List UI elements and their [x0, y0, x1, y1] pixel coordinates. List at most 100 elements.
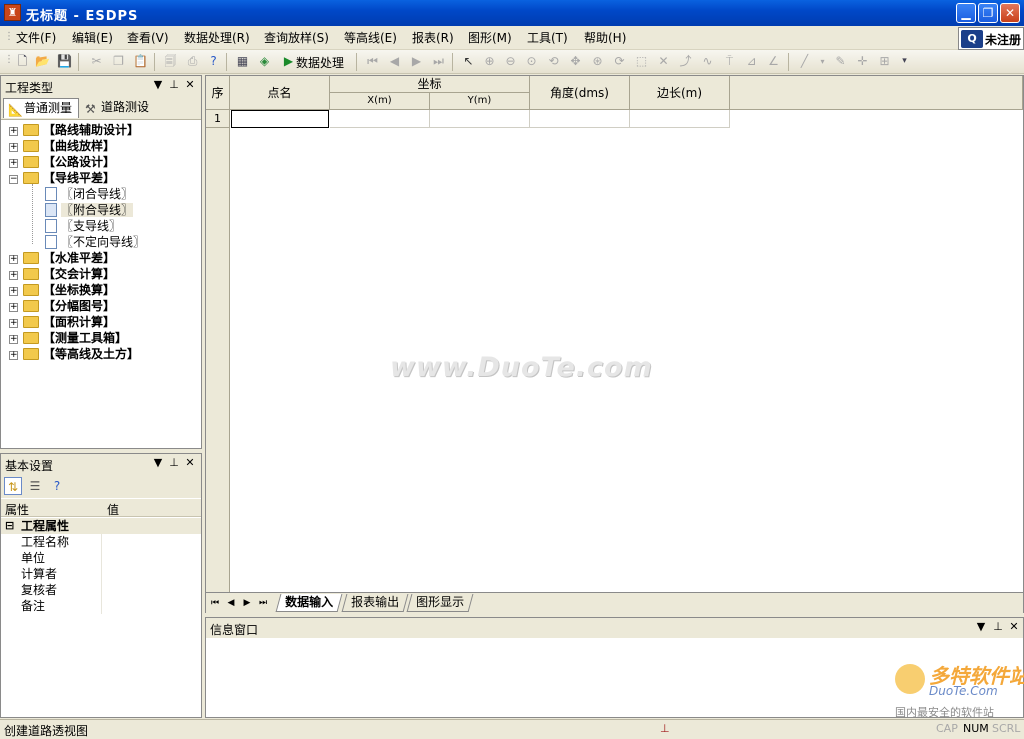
- measure-icon[interactable]: ⊿: [743, 53, 760, 70]
- collapse-icon[interactable]: −: [9, 175, 18, 184]
- surveyor-app-icon[interactable]: ♜: [4, 4, 21, 21]
- move-icon[interactable]: ✛: [854, 53, 871, 70]
- expand-icon[interactable]: +: [9, 303, 18, 312]
- tree-item[interactable]: + 【交会计算】: [9, 266, 115, 282]
- tab-data-input[interactable]: 数据输入: [275, 594, 343, 612]
- property-row[interactable]: 单位: [1, 550, 201, 566]
- pan-icon[interactable]: ✥: [567, 53, 584, 70]
- tower-icon[interactable]: ⍑: [721, 53, 738, 70]
- last-icon[interactable]: ⏭: [430, 53, 447, 70]
- paste-icon[interactable]: 📋: [132, 53, 149, 70]
- copy-icon[interactable]: ❐: [110, 53, 127, 70]
- menu-data-processing[interactable]: 数据处理(R): [184, 29, 250, 47]
- minimize-button[interactable]: ▁: [956, 3, 976, 23]
- column-header-x[interactable]: X(m): [330, 93, 430, 110]
- zoom-in-icon[interactable]: ⊕: [481, 53, 498, 70]
- tree-child-item[interactable]: 〖不定向导线〗: [45, 234, 145, 250]
- table-icon[interactable]: ▦: [234, 53, 251, 70]
- registration-badge[interactable]: Q 未注册: [958, 27, 1024, 50]
- tree-item[interactable]: + 【曲线放样】: [9, 138, 115, 154]
- cross-icon[interactable]: ✕: [655, 53, 672, 70]
- categorized-icon[interactable]: ⇅: [4, 477, 22, 495]
- expand-icon[interactable]: +: [9, 271, 18, 280]
- data-process-button[interactable]: 数据处理: [296, 54, 344, 71]
- angle-icon[interactable]: ∠: [765, 53, 782, 70]
- column-header-angle[interactable]: 角度(dms): [530, 76, 630, 110]
- expand-icon[interactable]: +: [9, 287, 18, 296]
- tab-graphic-display[interactable]: 图形显示: [406, 594, 474, 612]
- zoom-out-icon[interactable]: ⊖: [502, 53, 519, 70]
- point-name-cell[interactable]: [231, 110, 329, 128]
- tab-normal-survey[interactable]: 📐普通测量: [3, 98, 79, 118]
- export-icon[interactable]: ⤴: [677, 53, 694, 70]
- expand-icon[interactable]: +: [9, 255, 18, 264]
- line-icon[interactable]: ╱: [796, 53, 813, 70]
- menu-help[interactable]: 帮助(H): [584, 29, 626, 47]
- y-cell[interactable]: [430, 110, 530, 128]
- tree-item[interactable]: + 【坐标换算】: [9, 282, 115, 298]
- close-icon[interactable]: ✕: [183, 456, 197, 470]
- tree-item[interactable]: + 【分幅图号】: [9, 298, 115, 314]
- toolbar-overflow-chevron-down-icon[interactable]: ▾: [896, 53, 913, 70]
- x-cell[interactable]: [330, 110, 430, 128]
- cut-icon[interactable]: ✂: [88, 53, 105, 70]
- column-header-coordinates[interactable]: 坐标: [330, 76, 530, 93]
- tree-item[interactable]: + 【路线辅助设计】: [9, 122, 139, 138]
- menu-edit[interactable]: 编辑(E): [72, 29, 113, 47]
- tab-report-output[interactable]: 报表输出: [341, 594, 409, 612]
- expand-icon[interactable]: +: [9, 127, 18, 136]
- menu-tools[interactable]: 工具(T): [527, 29, 568, 47]
- expand-icon[interactable]: +: [9, 351, 18, 360]
- grip-handle[interactable]: ⋮: [4, 31, 14, 42]
- tree-item[interactable]: + 【水准平差】: [9, 250, 115, 266]
- menu-query-stakeout[interactable]: 查询放样(S): [264, 29, 329, 47]
- first-icon[interactable]: ⏮: [364, 53, 381, 70]
- tab-road-design[interactable]: ⚒ 道路测设: [81, 98, 161, 118]
- expand-icon[interactable]: +: [9, 143, 18, 152]
- save-icon[interactable]: 💾: [56, 53, 73, 70]
- pin-icon[interactable]: ⊥: [167, 78, 181, 92]
- first-sheet-icon[interactable]: ⏮: [208, 596, 222, 610]
- close-icon[interactable]: ✕: [183, 78, 197, 92]
- column-header-point-name[interactable]: 点名: [230, 76, 330, 110]
- pen-icon[interactable]: ✎: [832, 53, 849, 70]
- toolbar-grip-handle[interactable]: ⋮: [4, 54, 14, 65]
- chevron-down-icon[interactable]: ▼: [151, 456, 165, 470]
- tree-child-item-selected[interactable]: 〖附合导线〗: [45, 202, 134, 218]
- row-header[interactable]: 1: [206, 110, 230, 128]
- pointer-icon[interactable]: ↖: [460, 53, 477, 70]
- property-value[interactable]: [101, 550, 199, 566]
- run-icon[interactable]: ▶: [280, 53, 297, 70]
- tree-item[interactable]: + 【公路设计】: [9, 154, 115, 170]
- angle-cell[interactable]: [530, 110, 630, 128]
- tree-item[interactable]: − 【导线平差】: [9, 170, 115, 186]
- property-row[interactable]: 工程名称: [1, 534, 201, 550]
- property-row[interactable]: 计算者: [1, 566, 201, 582]
- menu-file[interactable]: 文件(F): [16, 29, 56, 47]
- open-icon[interactable]: 📂: [34, 53, 51, 70]
- expand-icon[interactable]: +: [9, 159, 18, 168]
- property-category[interactable]: ⊟ 工程属性: [1, 518, 201, 534]
- frame-icon[interactable]: ⊞: [876, 53, 893, 70]
- menu-view[interactable]: 查看(V): [127, 29, 169, 47]
- collapse-icon[interactable]: ⊟: [5, 518, 14, 534]
- property-value[interactable]: [101, 598, 199, 614]
- tree-child-item[interactable]: 〖支导线〗: [45, 218, 121, 234]
- column-header-seq[interactable]: 序: [206, 76, 230, 110]
- tree-item[interactable]: + 【等高线及土方】: [9, 346, 139, 362]
- prev-sheet-icon[interactable]: ◀: [224, 596, 238, 610]
- last-sheet-icon[interactable]: ⏭: [256, 596, 270, 610]
- menu-contour[interactable]: 等高线(E): [344, 29, 397, 47]
- preview-icon[interactable]: 🗐: [162, 53, 179, 70]
- line-dropdown-chevron-down-icon[interactable]: ▾: [814, 53, 831, 70]
- property-value[interactable]: [101, 582, 199, 598]
- chevron-down-icon[interactable]: ▼: [974, 620, 988, 634]
- help-icon[interactable]: ?: [205, 53, 222, 70]
- prev-icon[interactable]: ◀: [386, 53, 403, 70]
- property-row[interactable]: 备注: [1, 598, 201, 614]
- select-icon[interactable]: ⬚: [633, 53, 650, 70]
- zoom-prev-icon[interactable]: ⟲: [545, 53, 562, 70]
- expand-icon[interactable]: +: [9, 319, 18, 328]
- next-sheet-icon[interactable]: ▶: [240, 596, 254, 610]
- column-header-y[interactable]: Y(m): [430, 93, 530, 110]
